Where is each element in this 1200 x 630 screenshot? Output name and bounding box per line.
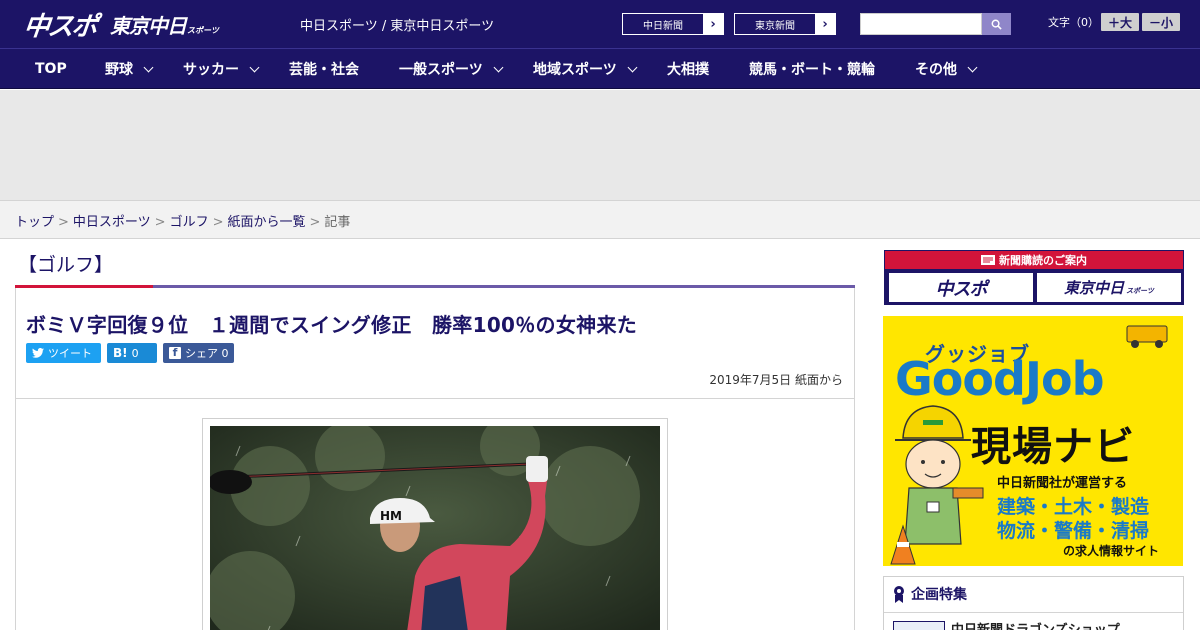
chevron-down-icon	[627, 62, 638, 72]
logo-tokyo-chunichi: 東京中日 スポーツ	[110, 13, 219, 38]
search-button[interactable]	[982, 13, 1011, 35]
site-header: 中スポ 東京中日 スポーツ 中日スポーツ / 東京中日スポーツ 中日新聞 › 東…	[0, 0, 1200, 48]
nav-item-baseball[interactable]: 野球	[105, 49, 154, 89]
ad-banner-area	[0, 90, 1200, 200]
hatena-count: 0	[131, 346, 139, 360]
breadcrumb-link-paper-list[interactable]: 紙面から一覧	[228, 215, 306, 230]
feature-item-dragons-shop[interactable]: 中日新聞ドラゴンズショップ	[951, 619, 1120, 630]
svg-text:HM: HM	[380, 509, 402, 523]
article-dateline: 2019年7月5日 紙面から	[709, 373, 843, 387]
logo-chuspo: 中スポ	[22, 11, 98, 42]
breadcrumb-link-golf[interactable]: ゴルフ	[170, 215, 209, 230]
nav-item-top[interactable]: TOP	[35, 49, 67, 89]
nav-item-sumo[interactable]: 大相撲	[667, 49, 709, 89]
tweet-button[interactable]: ツイート	[26, 343, 101, 363]
category-title: 【ゴルフ】	[18, 254, 114, 276]
goodjob-logo: GoodJob	[895, 352, 1105, 406]
breadcrumb: トップ > 中日スポーツ > ゴルフ > 紙面から一覧 > 記事	[15, 215, 351, 230]
hatena-icon: B!	[113, 346, 128, 360]
chevron-down-icon	[967, 62, 978, 72]
nav-item-entertainment[interactable]: 芸能・社会	[289, 49, 359, 89]
goodjob-line3: 物流・警備・清掃	[997, 520, 1150, 542]
nav-item-soccer[interactable]: サッカー	[183, 49, 260, 89]
search-input[interactable]	[860, 13, 982, 35]
ribbon-icon	[894, 586, 904, 603]
goodjob-line4: の求人情報サイト	[1063, 544, 1160, 558]
newspaper-icon	[981, 255, 995, 265]
hatena-bookmark-button[interactable]: B! 0	[107, 343, 157, 363]
goodjob-line2: 建築・土木・製造	[997, 496, 1150, 518]
feature-divider	[884, 612, 1183, 613]
nav-item-local-sports[interactable]: 地域スポーツ	[533, 49, 638, 89]
breadcrumb-bar: トップ > 中日スポーツ > ゴルフ > 紙面から一覧 > 記事	[0, 200, 1200, 239]
subscription-chuspo-logo[interactable]: 中スポ	[889, 273, 1033, 302]
article-title: ボミＶ字回復９位 １週間でスイング修正 勝率100％の女神来た	[26, 313, 638, 337]
feature-thumbnail[interactable]	[893, 621, 945, 630]
subscription-tokyo-chunichi-logo[interactable]: 東京中日 スポーツ	[1037, 273, 1181, 302]
goodjob-genba-navi: 現場ナビ	[971, 424, 1135, 470]
tokyo-shimbun-link[interactable]: 東京新聞 ›	[734, 13, 836, 35]
facebook-share-button[interactable]: f シェア 0	[163, 343, 234, 363]
goodjob-line1: 中日新聞社が運営する	[997, 476, 1128, 491]
subscription-header: 新聞購読のご案内	[885, 251, 1183, 269]
search-icon	[991, 19, 1002, 30]
goodjob-ad-banner[interactable]: グッジョブ GoodJob 現場ナビ 中日新聞社が運営する 建築・土木・製造 物…	[883, 316, 1183, 566]
article-photo[interactable]: HM	[210, 426, 660, 630]
feature-heading: 企画特集	[893, 584, 967, 604]
chunichi-shimbun-link[interactable]: 中日新聞 ›	[622, 13, 724, 35]
twitter-bird-icon	[32, 348, 44, 358]
text-size-label: 文字（0）	[1048, 16, 1099, 29]
subscription-box[interactable]: 新聞購読のご案内 中スポ 東京中日 スポーツ	[884, 250, 1184, 305]
breadcrumb-current: 記事	[324, 215, 351, 230]
site-logo[interactable]: 中スポ 東京中日 スポーツ	[22, 8, 219, 42]
facebook-count: 0	[221, 346, 229, 360]
nav-item-racing[interactable]: 競馬・ボート・競輪	[749, 49, 875, 89]
breadcrumb-link-chunichi-sports[interactable]: 中日スポーツ	[73, 215, 151, 230]
breadcrumb-link-top[interactable]: トップ	[15, 215, 54, 230]
nav-item-other[interactable]: その他	[915, 49, 978, 89]
text-size-up-button[interactable]: ＋大	[1101, 13, 1139, 31]
chevron-right-icon: ›	[815, 14, 835, 34]
nav-item-general-sports[interactable]: 一般スポーツ	[399, 49, 504, 89]
chevron-down-icon	[493, 62, 504, 72]
chevron-down-icon	[249, 62, 260, 72]
facebook-icon: f	[169, 346, 181, 359]
text-size-down-button[interactable]: －小	[1142, 13, 1180, 31]
header-tagline: 中日スポーツ / 東京中日スポーツ	[300, 19, 495, 34]
chevron-down-icon	[143, 62, 154, 72]
main-nav: TOP 野球 サッカー 芸能・社会 一般スポーツ 地域スポーツ 大相撲 競馬・ボ…	[0, 48, 1200, 89]
chevron-right-icon: ›	[703, 14, 723, 34]
